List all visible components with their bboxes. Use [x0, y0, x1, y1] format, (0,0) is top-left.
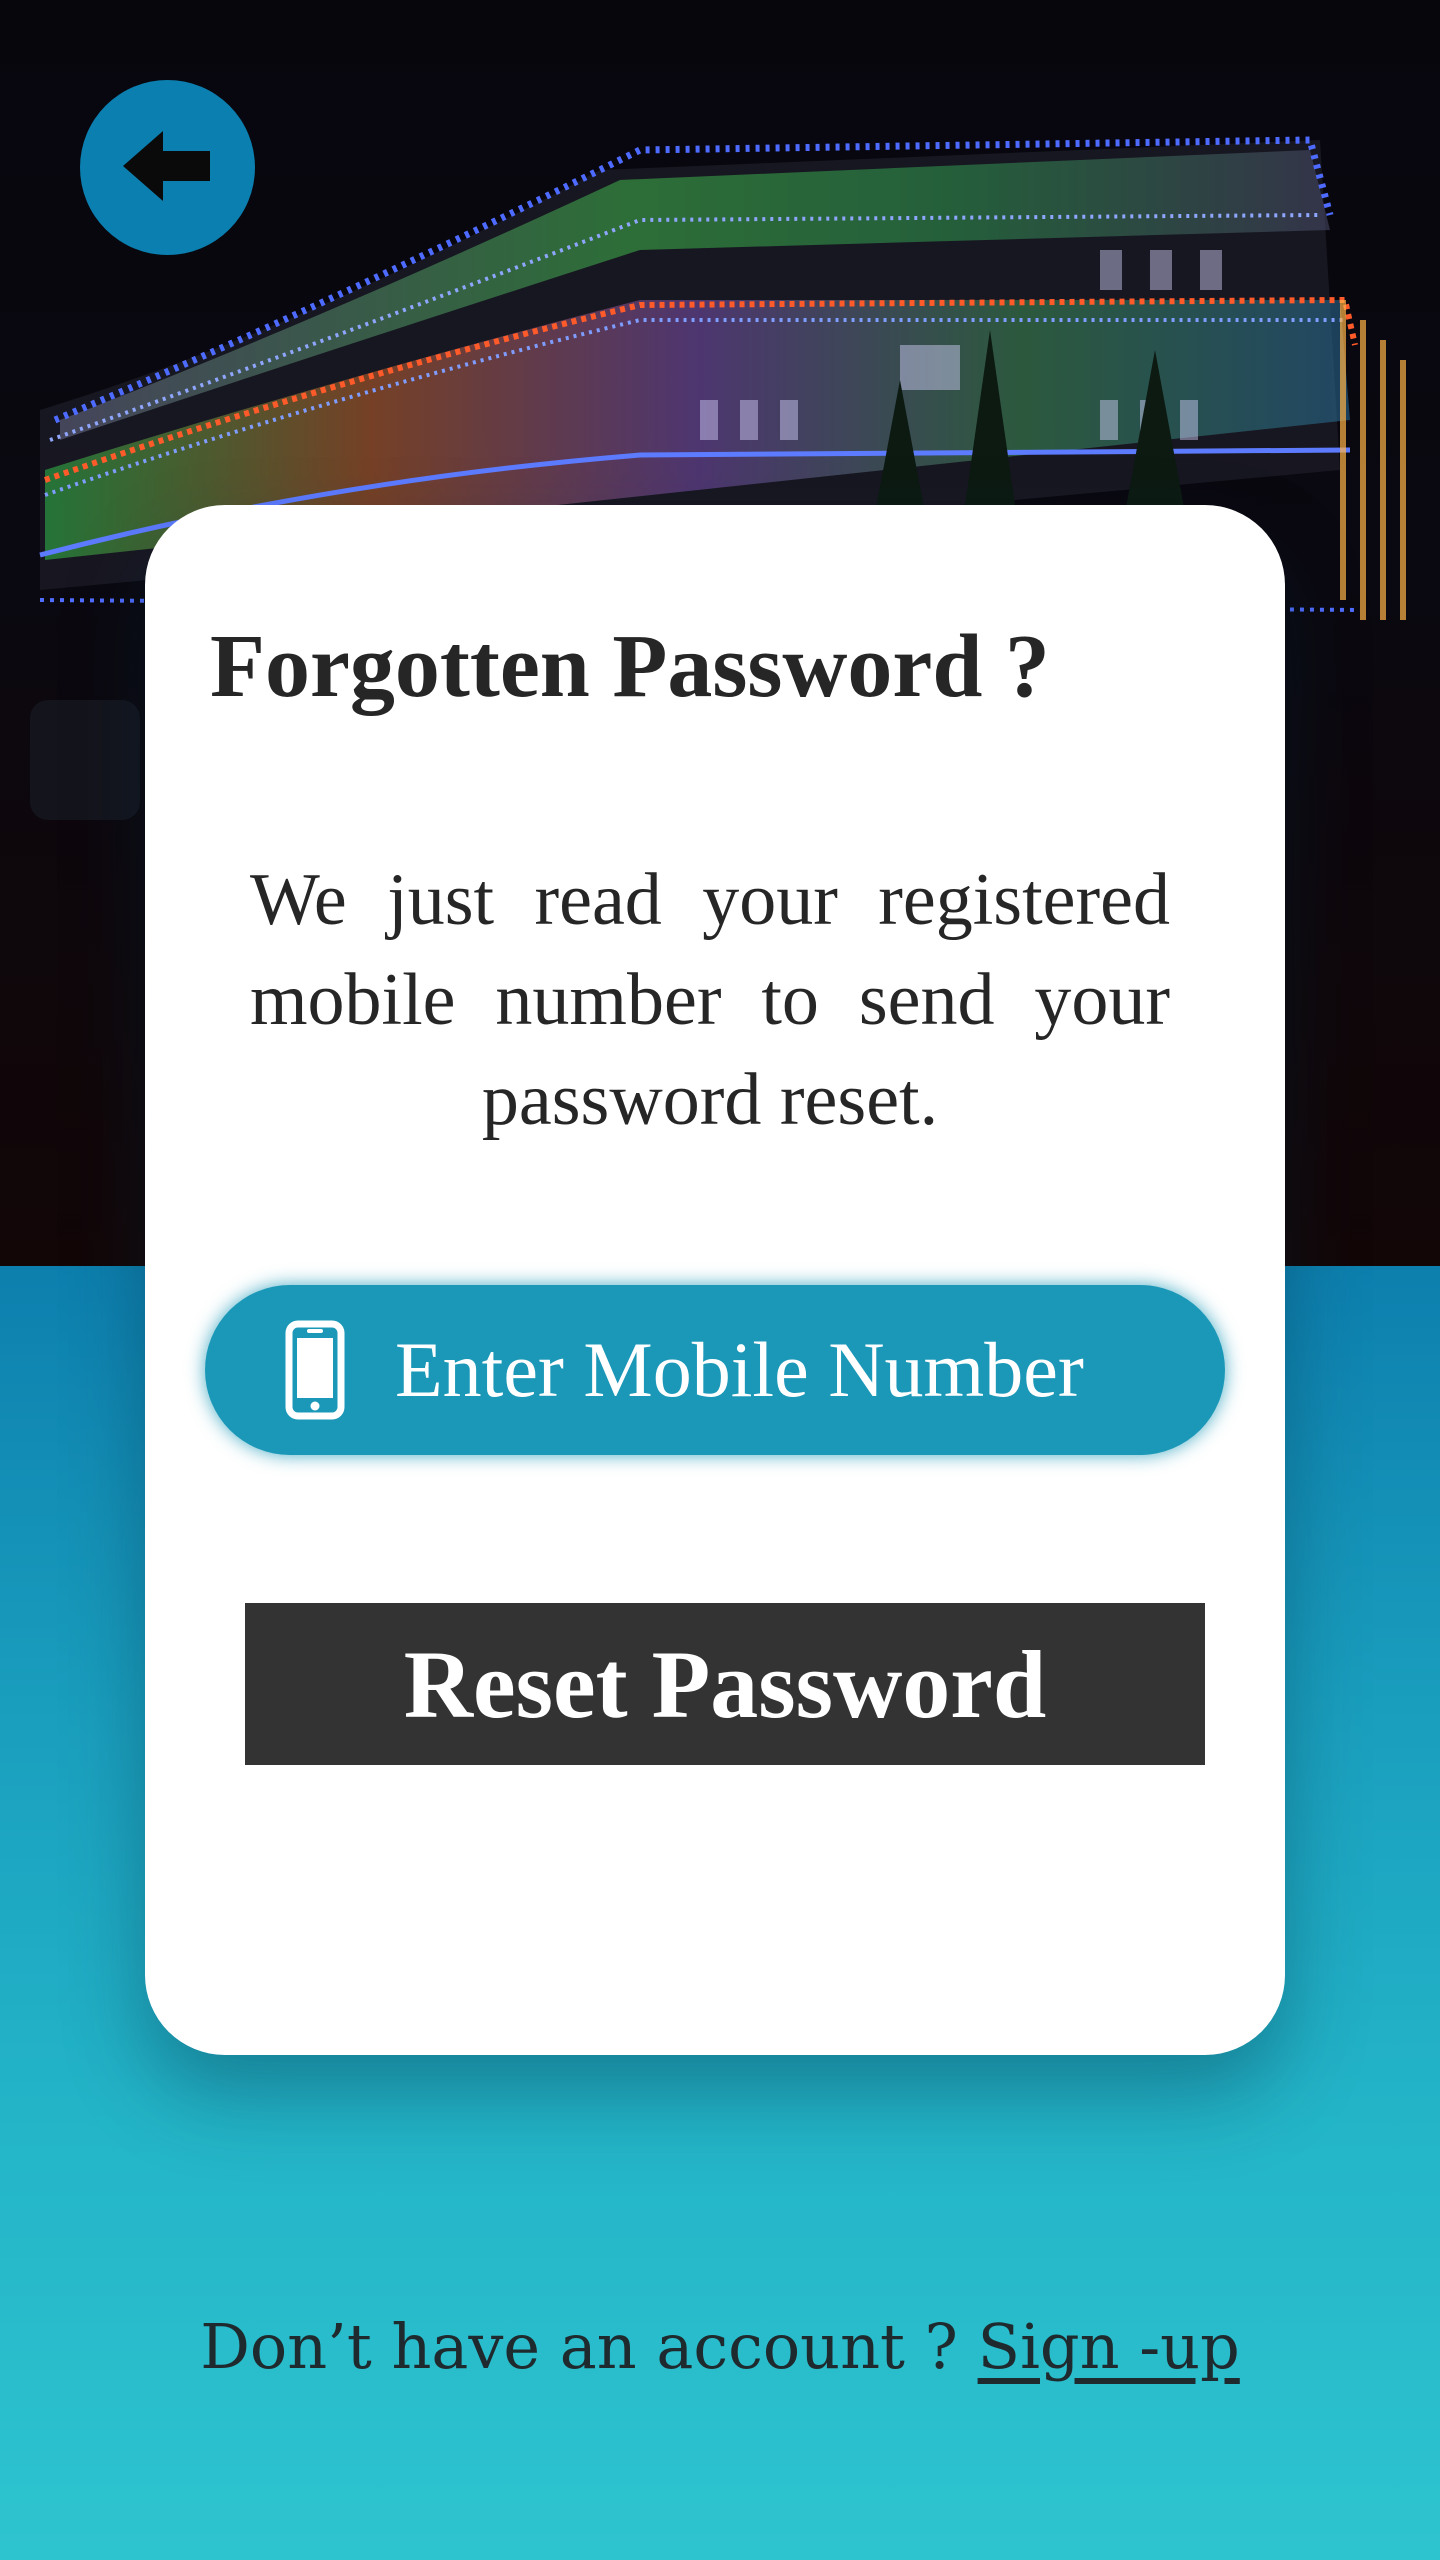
reset-password-button[interactable]: Reset Password: [245, 1603, 1205, 1765]
signup-link[interactable]: Sign -up: [978, 2310, 1240, 2383]
back-button[interactable]: [80, 80, 255, 255]
instruction-text: We just read your registered mobile numb…: [250, 859, 1170, 1141]
mobile-phone-icon: [285, 1320, 345, 1424]
mobile-number-input[interactable]: [395, 1305, 1195, 1435]
mobile-number-field[interactable]: [205, 1285, 1225, 1455]
page-title: Forgotten Password ?: [210, 617, 1050, 716]
forgot-password-card: Forgotten Password ? We just read your r…: [145, 505, 1285, 2055]
arrow-left-icon: [118, 126, 218, 210]
signup-prompt-text: Don’t have an account ?: [200, 2310, 978, 2383]
signup-prompt: Don’t have an account ? Sign -up: [0, 2310, 1440, 2383]
